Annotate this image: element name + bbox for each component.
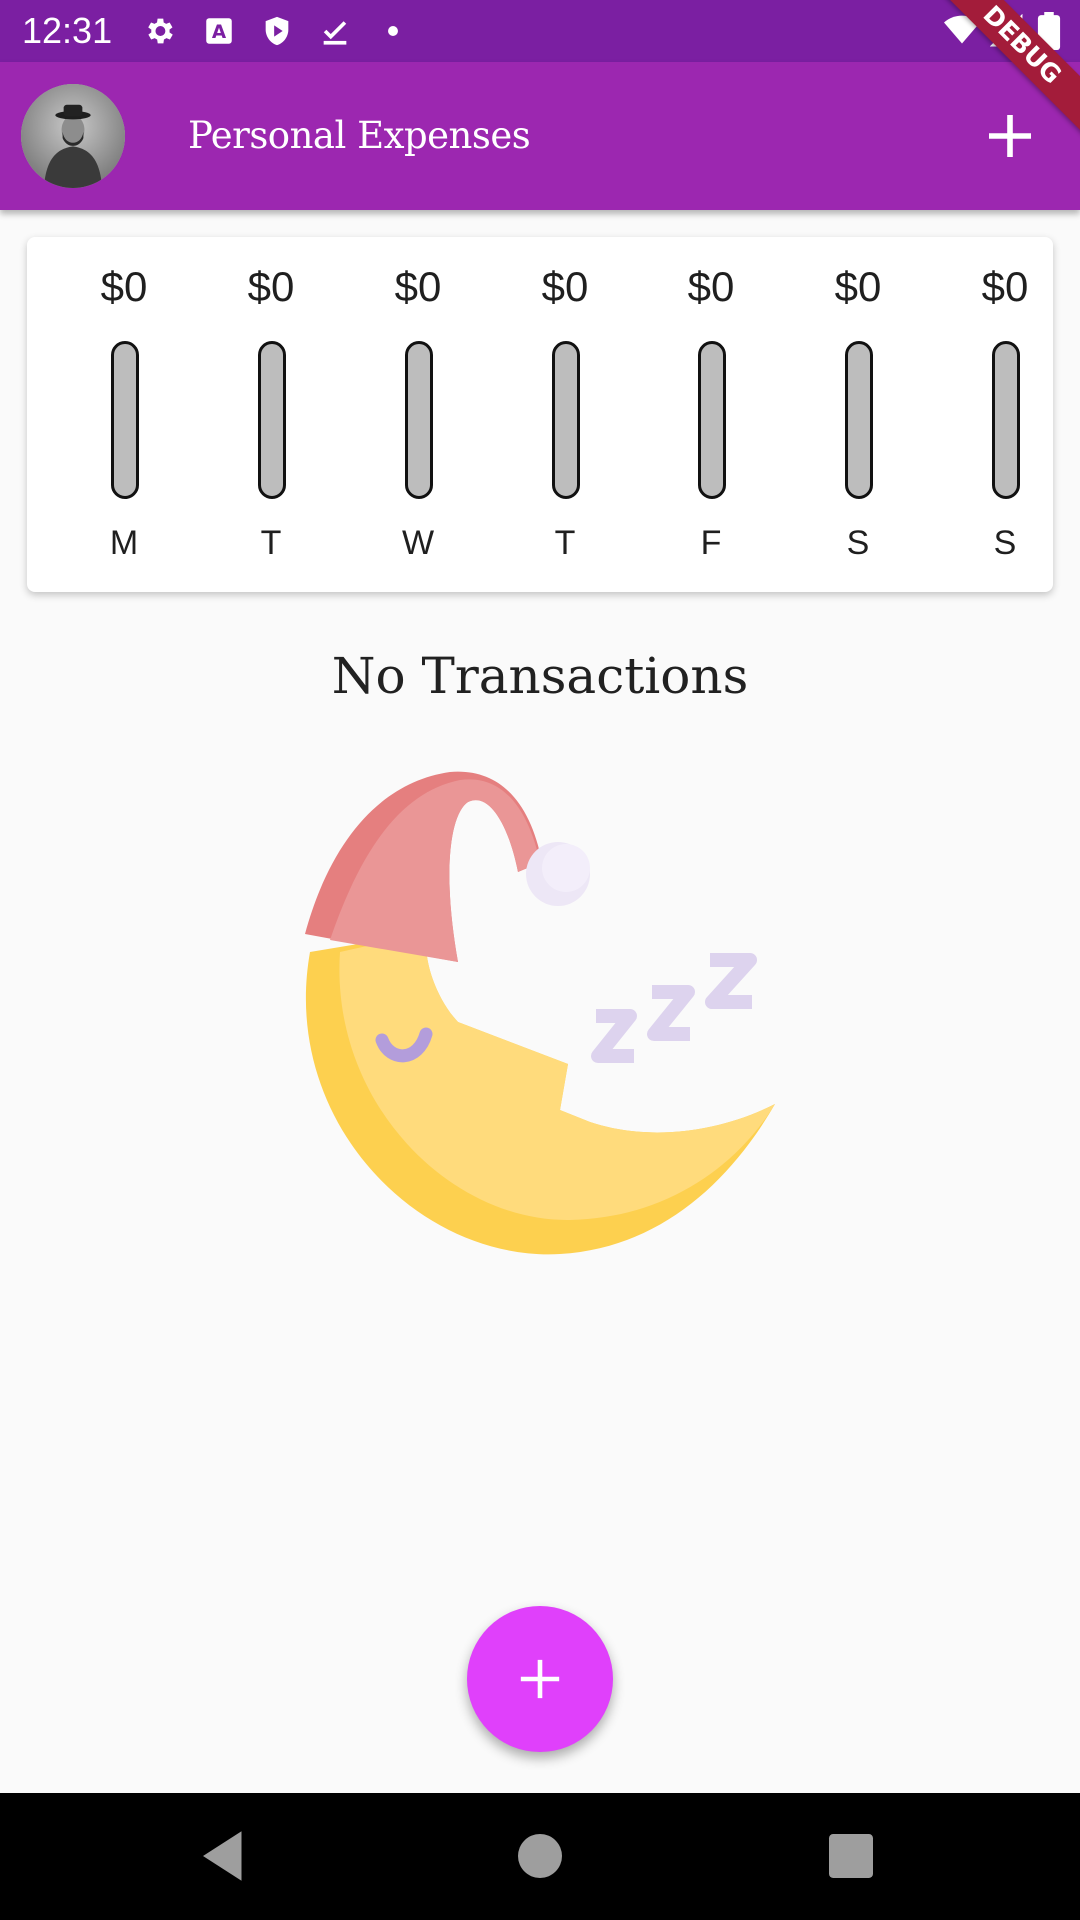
sleeping-moon-illustration bbox=[290, 722, 790, 1262]
bar-track bbox=[552, 341, 580, 499]
chart-bar-column: $0 T bbox=[206, 237, 336, 592]
download-done-icon bbox=[318, 14, 352, 48]
bar-track bbox=[111, 341, 139, 499]
chart-bar-column: $0 S bbox=[793, 237, 923, 592]
status-bar: 12:31 A bbox=[0, 0, 1080, 62]
bar-day-label: S bbox=[993, 524, 1017, 562]
bar-day-label: T bbox=[260, 524, 282, 562]
chart-bar-column: $0 T bbox=[500, 237, 630, 592]
add-expense-button[interactable] bbox=[982, 108, 1038, 164]
back-icon bbox=[203, 1831, 242, 1881]
bar-track bbox=[258, 341, 286, 499]
bar-amount-label: $0 bbox=[981, 263, 1029, 310]
recents-button[interactable] bbox=[818, 1823, 884, 1889]
a-badge-icon: A bbox=[202, 14, 236, 48]
bar-track bbox=[698, 341, 726, 499]
svg-text:A: A bbox=[212, 22, 227, 43]
bar-day-label: M bbox=[109, 524, 139, 562]
avatar-photo bbox=[21, 84, 125, 188]
bar-day-label: W bbox=[401, 524, 435, 562]
bar-track bbox=[992, 341, 1020, 499]
home-icon bbox=[518, 1834, 562, 1878]
add-icon bbox=[989, 115, 1031, 157]
bar-day-label: F bbox=[700, 524, 722, 562]
chart-bar-column: $0 S bbox=[940, 237, 1070, 592]
chart-bar-column: $0 F bbox=[646, 237, 776, 592]
status-time: 12:31 bbox=[22, 10, 113, 51]
add-icon bbox=[520, 1659, 560, 1699]
app-title: Personal Expenses bbox=[188, 114, 531, 157]
dot-icon bbox=[376, 14, 410, 48]
bar-amount-label: $0 bbox=[834, 263, 882, 310]
system-nav-bar bbox=[0, 1793, 1080, 1920]
avatar[interactable] bbox=[21, 84, 125, 188]
bar-amount-label: $0 bbox=[541, 263, 589, 310]
settings-icon bbox=[142, 14, 176, 48]
weekly-chart-card: $0 M $0 T $0 W $0 T $0 F $0 S $0 S bbox=[27, 237, 1053, 592]
chart-bar-column: $0 M bbox=[59, 237, 189, 592]
chart-bar-column: $0 W bbox=[353, 237, 483, 592]
bar-track bbox=[845, 341, 873, 499]
bar-track bbox=[405, 341, 433, 499]
add-transaction-fab[interactable] bbox=[467, 1606, 613, 1752]
bar-amount-label: $0 bbox=[100, 263, 148, 310]
bar-amount-label: $0 bbox=[394, 263, 442, 310]
home-button[interactable] bbox=[507, 1823, 573, 1889]
app-screen: 12:31 A Personal Expenses DEBUG $0 M $0 … bbox=[0, 0, 1080, 1920]
recents-icon bbox=[829, 1834, 873, 1878]
empty-state-title: No Transactions bbox=[331, 647, 749, 705]
bar-amount-label: $0 bbox=[687, 263, 735, 310]
shield-play-icon bbox=[260, 14, 294, 48]
bar-day-label: S bbox=[846, 524, 870, 562]
bar-day-label: T bbox=[554, 524, 576, 562]
bar-amount-label: $0 bbox=[247, 263, 295, 310]
back-button[interactable] bbox=[192, 1823, 258, 1889]
app-bar: Personal Expenses bbox=[0, 62, 1080, 210]
